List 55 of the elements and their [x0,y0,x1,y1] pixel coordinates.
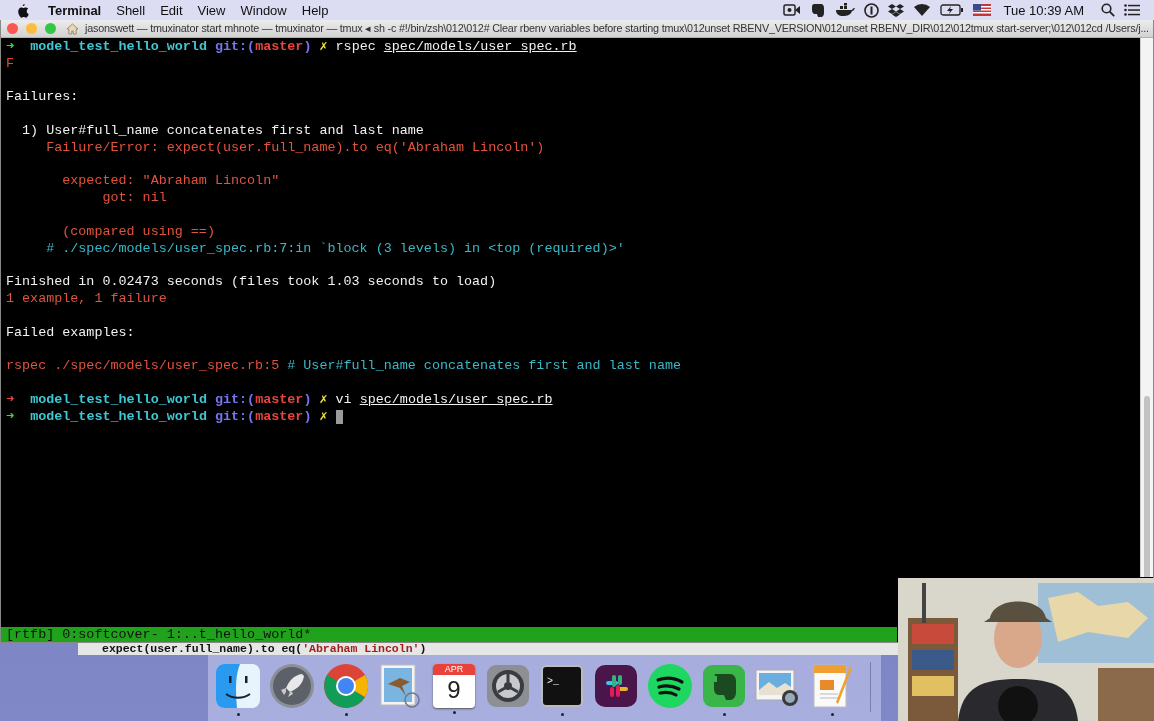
running-indicator [560,713,564,716]
hash-icon[interactable] [592,662,640,710]
search-icon[interactable] [1101,3,1115,17]
scrollbar-thumb[interactable] [1144,396,1150,577]
menu-item[interactable]: Edit [160,2,183,18]
box-stack-icon[interactable] [887,2,904,18]
menu-item[interactable]: Shell [116,2,146,18]
running-indicator [722,713,726,716]
close-button[interactable] [7,23,18,34]
scrollbar[interactable] [1140,38,1153,577]
list-icon[interactable] [1124,4,1140,16]
window-title: jasonswett — tmuxinator start mhnote — tmuxinator — tmux ◂ sh -c #!/bin/zsh\012\012# Clear rbenv variables before starting tmux\012unset RBENV_VERSION\012unset RBENV_DIR\012\012tmux start-server;\012\012cd /Users/j... [85,22,1149,35]
terminal-line: ➜ model_test_hello_world git:(master) ✗ rspec spec/models/user_spec.rb [6,39,577,56]
terminal-line: 1 example, 1 failure [6,290,167,308]
battery-icon[interactable] [939,4,964,16]
terminal-line: (compared using ==) [61,222,215,241]
terminal-line: F [6,55,15,73]
browser-icon[interactable] [322,662,370,710]
menu-item[interactable]: Window [240,2,287,18]
running-indicator [830,713,834,716]
terminal-line: # ./spec/models/user_spec.rb:7:in `block (3 levels) in <top (required)>' [45,240,625,258]
prompt-glyph: >_ [547,676,559,687]
terminal-line: ➜ model_test_hello_world git:(master) ✗ [6,408,328,426]
running-indicator [236,713,240,716]
video-camera-icon[interactable] [782,4,801,16]
terminal-line: Finished in 0.02473 seconds (files took 1.03 seconds to load) [6,273,497,291]
wifi-icon[interactable] [912,3,931,17]
house-icon [66,22,79,35]
menu-clock[interactable]: Tue 10:39 AM [1003,2,1084,18]
terminal-line: rspec ./spec/models/user_spec.rb:5 # User#full_name concatenates first and last name [6,357,681,375]
menu-item[interactable]: View [197,2,226,18]
menu-item[interactable]: Help [301,2,329,18]
text-cursor [335,410,343,425]
terminal-line: expected: "Abraham Lincoln" [61,172,280,191]
running-indicator [344,713,348,716]
terminal-icon[interactable]: >_ [541,665,583,707]
apple-logo-icon[interactable] [16,2,29,18]
face-icon[interactable] [214,662,262,710]
terminal-line: Failure/Error: expect(user.full_name).to eq('Abraham Lincoln') [45,139,545,157]
calendar-month: APR [433,664,475,675]
app-menu[interactable]: Terminal [48,2,102,18]
terminal-line: got: nil [101,190,167,207]
flag-icon[interactable] [972,4,991,16]
calendar-icon[interactable]: APR 9 [433,664,475,708]
calendar-day: 9 [447,675,461,705]
terminal-line: 1) User#full_name concatenates first and last name [21,122,424,140]
rocket-icon[interactable] [268,662,316,710]
terminal-line: ➜ model_test_hello_world git:(master) ✗ vi spec/models/user_spec.rb [6,390,553,409]
code-line: expect(user.full_name).to eq('Abraham Lincoln') [102,642,427,655]
terminal-line: Failures: [6,88,79,107]
running-indicator [452,711,456,714]
sound-waves-icon[interactable] [646,662,694,710]
terminal-line: Failed examples: [6,323,135,342]
status-text: [rtfb] 0:softcover- 1:..t_hello_world* [6,627,312,642]
whale-icon[interactable] [834,3,855,17]
